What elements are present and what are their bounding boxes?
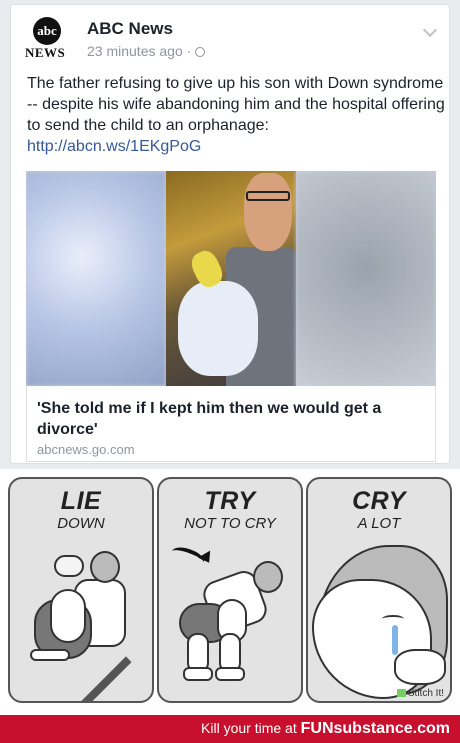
logo-mark: abc [37, 23, 57, 38]
crying-face [308, 479, 450, 701]
comic-strip: LIE DOWN TRY NOT TO CRY CRY A LOT Stitch… [0, 469, 460, 715]
blurred-image-left [26, 171, 166, 386]
baby [178, 281, 258, 376]
link-preview-image[interactable] [26, 171, 436, 386]
shortlink[interactable]: http://abcn.ws/1EKgPoG [27, 136, 445, 157]
footer-brand: FUNsubstance.com [300, 720, 450, 737]
chevron-down-icon[interactable] [422, 22, 438, 38]
tear-icon [392, 625, 398, 655]
link-preview-box[interactable]: 'She told me if I kept him then we would… [26, 386, 436, 462]
link-domain: abcnews.go.com [37, 442, 135, 457]
logo-label: NEWS [25, 45, 66, 60]
blurred-image-right [296, 171, 436, 386]
crouching-figure [159, 479, 301, 701]
link-headline: 'She told me if I kept him then we would… [37, 400, 382, 438]
footer-prefix: Kill your time at [201, 720, 297, 736]
curled-figure [10, 479, 152, 701]
stitch-watermark: Stitch It! [397, 688, 444, 699]
globe-icon [195, 47, 206, 57]
father-face [244, 173, 292, 251]
facebook-post: abc NEWS ABC News 23 minutes ago · The f… [10, 4, 450, 464]
abc-logo-icon[interactable]: abc [33, 17, 61, 45]
comic-panel-cry-a-lot: CRY A LOT Stitch It! [306, 477, 452, 703]
timestamp-text: 23 minutes ago · [87, 43, 192, 59]
footer-text: Kill your time at FUNsubstance.com [201, 720, 450, 738]
glasses-icon [246, 191, 290, 201]
caption-text: The father refusing to give up his son w… [27, 75, 445, 134]
site-footer-banner[interactable]: Kill your time at FUNsubstance.com [0, 715, 460, 743]
page-name-link[interactable]: ABC News [87, 19, 173, 39]
comic-panel-lie-down: LIE DOWN [8, 477, 154, 703]
post-timestamp[interactable]: 23 minutes ago · [87, 43, 206, 59]
father-photo [166, 171, 296, 386]
comic-panel-try-not-to-cry: TRY NOT TO CRY [157, 477, 303, 703]
post-caption: The father refusing to give up his son w… [27, 73, 445, 157]
